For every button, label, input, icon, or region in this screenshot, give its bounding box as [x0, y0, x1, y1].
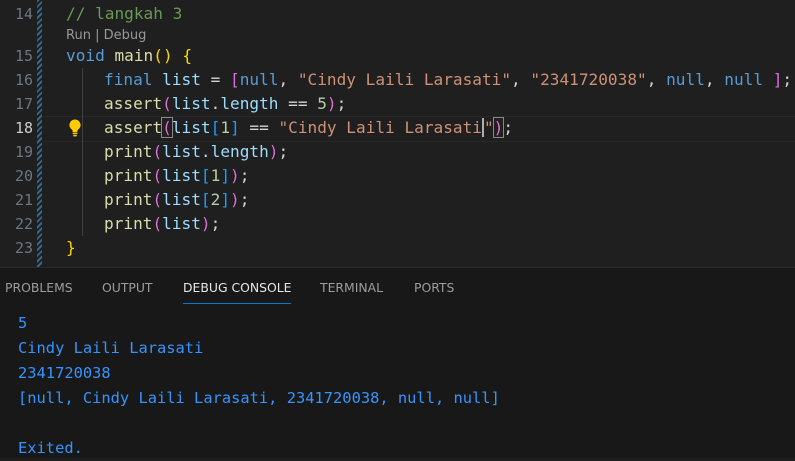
comma: , [511, 70, 531, 89]
code-line-14[interactable]: // langkah 3 [66, 2, 182, 26]
tab-problems[interactable]: PROBLEMS [5, 280, 73, 295]
function-name: print [104, 214, 153, 233]
code-line-18[interactable]: assert(list[1] == "Cindy Laili Larasati "… [104, 116, 513, 140]
keyword: void [66, 46, 105, 65]
line-number: 15 [14, 47, 33, 65]
console-line: Cindy Laili Larasati [18, 339, 204, 357]
operator: == [278, 94, 318, 113]
number-literal: 2 [210, 190, 221, 209]
function-name: print [104, 190, 153, 209]
null-literal: null [666, 70, 705, 89]
number-literal: 5 [317, 94, 327, 113]
tab-output[interactable]: OUTPUT [102, 280, 153, 295]
run-codelens-link[interactable]: Run [66, 28, 91, 43]
code-line-16[interactable]: final list = [null, "Cindy Laili Larasat… [104, 68, 792, 92]
console-line: [null, Cindy Laili Larasati, 2341720038,… [18, 389, 500, 407]
variable: list [162, 70, 201, 89]
line-number: 22 [14, 215, 33, 233]
string-literal: "2341720038" [530, 70, 647, 89]
function-name: print [104, 166, 153, 185]
function-name: print [104, 142, 153, 161]
comma: , [704, 70, 725, 89]
code-line-22[interactable]: print(list); [104, 212, 220, 236]
string-literal: "Cindy Laili Larasati [278, 118, 482, 137]
function-name: main [114, 46, 154, 65]
string-quote: " [483, 118, 494, 137]
lightbulb-icon[interactable] [67, 118, 83, 138]
git-modified-gutter-bar[interactable] [37, 0, 42, 267]
bottom-panel: PROBLEMS OUTPUT DEBUG CONSOLE TERMINAL P… [0, 267, 795, 458]
line-number: 23 [14, 239, 33, 257]
property: length [220, 94, 279, 113]
variable: list [162, 214, 201, 233]
number-literal: 1 [220, 118, 231, 137]
variable: list [162, 166, 201, 185]
code-line-20[interactable]: print(list[1]); [104, 164, 249, 188]
console-line: 2341720038 [18, 364, 111, 382]
function-name: assert [104, 118, 163, 137]
code-line-21[interactable]: print(list[2]); [104, 188, 249, 212]
tab-debug-console[interactable]: DEBUG CONSOLE [183, 280, 292, 295]
panel-tabs: PROBLEMS OUTPUT DEBUG CONSOLE TERMINAL P… [0, 268, 795, 304]
variable: list [171, 118, 211, 137]
keyword: final [104, 70, 153, 89]
variable: list [162, 190, 201, 209]
line-number: 20 [14, 167, 33, 185]
bracket-close: ] [772, 70, 783, 89]
line-number: 19 [14, 143, 33, 161]
brace-close: } [66, 238, 76, 257]
variable: list [162, 142, 201, 161]
bracket-open: [ [230, 70, 240, 89]
line-number: 14 [14, 5, 33, 23]
null-literal: null [724, 70, 764, 89]
code-editor[interactable]: 14 15 16 17 18 19 20 21 22 23 // langkah… [0, 0, 795, 267]
property: length [210, 142, 269, 161]
paren-close: ) [162, 46, 173, 65]
debug-codelens-link[interactable]: Debug [104, 28, 147, 43]
code-line-23[interactable]: } [66, 236, 76, 260]
code-line-19[interactable]: print(list.length); [104, 140, 288, 164]
line-number: 21 [14, 191, 33, 209]
codelens-separator: | [90, 28, 104, 43]
code-line-15[interactable]: void main() { [66, 44, 192, 68]
paren-open: ( [153, 46, 163, 65]
comment: // langkah 3 [66, 4, 183, 23]
number-literal: 1 [210, 166, 221, 185]
operator: == [239, 118, 279, 137]
tab-terminal[interactable]: TERMINAL [320, 280, 383, 295]
console-line: Exited. [18, 439, 83, 457]
active-tab-indicator [183, 303, 291, 304]
brace-open: { [182, 46, 193, 65]
comma: , [646, 70, 667, 89]
code-line-17[interactable]: assert(list.length == 5); [104, 92, 346, 116]
debug-console-output[interactable]: 5 Cindy Laili Larasati 2341720038 [null,… [18, 311, 500, 461]
comma: , [278, 70, 298, 89]
tab-ports[interactable]: PORTS [414, 280, 454, 295]
line-number: 17 [14, 95, 33, 113]
function-name: assert [104, 94, 163, 113]
null-literal: null [239, 70, 279, 89]
line-number-active: 18 [14, 119, 33, 137]
variable: list [171, 94, 211, 113]
line-number: 16 [14, 71, 33, 89]
string-literal: "Cindy Laili Larasati" [297, 70, 512, 89]
codelens: Run | Debug [66, 28, 146, 43]
indent-guide [82, 68, 83, 236]
semicolon: ; [782, 70, 793, 89]
console-line: 5 [18, 314, 28, 332]
operator: = [200, 70, 230, 89]
